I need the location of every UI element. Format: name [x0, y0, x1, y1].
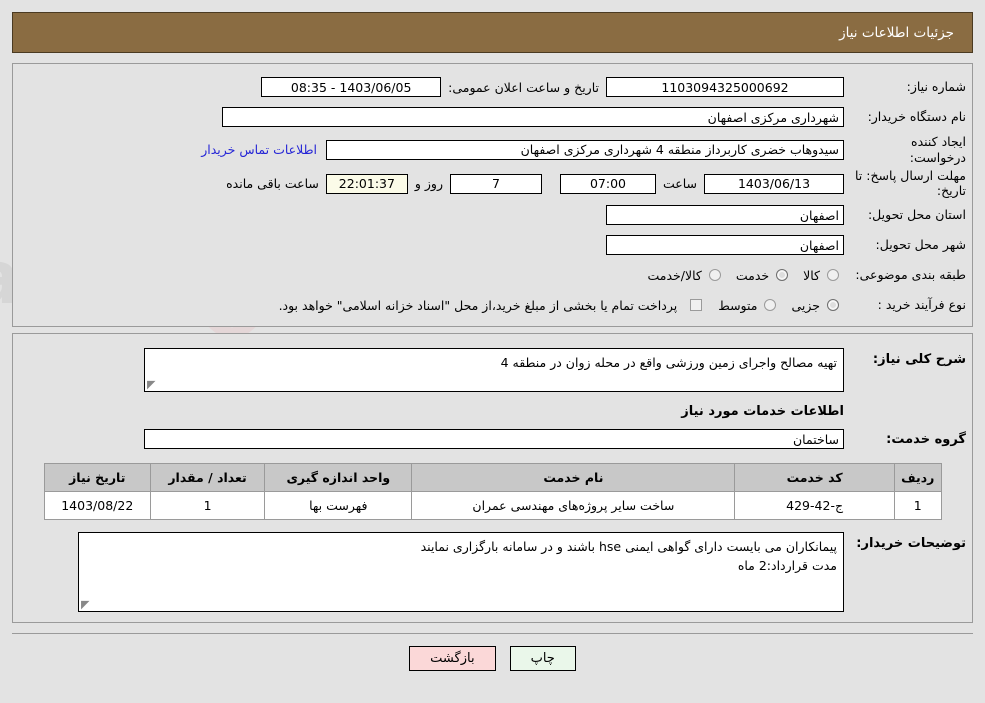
footer-actions: چاپ بازگشت: [12, 633, 973, 671]
category-label: طبقه بندی موضوعی:: [855, 267, 966, 283]
creator-label: ایجاد کننده درخواست:: [909, 134, 966, 165]
purchase-radio-minor[interactable]: جزیی: [781, 298, 844, 313]
buyer-notes-textarea[interactable]: پیمانکاران می بایست دارای گواهی ایمنی hs…: [78, 532, 844, 612]
buyer-notes-value: پیمانکاران می بایست دارای گواهی ایمنی hs…: [420, 539, 837, 574]
page-header: جزئیات اطلاعات نیاز: [12, 12, 973, 53]
th-service-name: نام خدمت: [411, 463, 736, 492]
radio-medium-icon[interactable]: [764, 299, 777, 311]
purchase-option-0: جزیی: [791, 297, 820, 313]
th-quantity: تعداد / مقدار: [150, 463, 266, 492]
page-title: جزئیات اطلاعات نیاز: [839, 24, 954, 41]
buyer-contact-link[interactable]: اطلاعات تماس خریدار: [192, 142, 326, 157]
need-details-panel: شرح کلی نیاز: تهیه مصالح واجرای زمین ورز…: [12, 333, 973, 623]
description-label: شرح کلی نیاز:: [872, 352, 966, 367]
province-field[interactable]: اصفهان: [606, 205, 844, 225]
treasury-note: پرداخت تمام یا بخشی از مبلغ خرید،از محل …: [278, 297, 678, 313]
days-label: روز و: [414, 176, 443, 192]
cell-unit: فهرست بها: [264, 491, 413, 520]
category-option-0: کالا: [803, 267, 820, 283]
buyer-notes-label: توضیحات خریدار:: [856, 536, 966, 551]
need-number-row: شماره نیاز: 1103094325000692 تاریخ و ساع…: [13, 72, 972, 102]
back-button[interactable]: بازگشت: [409, 646, 496, 671]
category-radio-service[interactable]: خدمت: [726, 268, 793, 283]
creator-row: ایجاد کننده درخواست: سیدوهاب خضری کاربرد…: [13, 132, 972, 167]
buyer-org-label: نام دستگاه خریدار:: [867, 109, 966, 125]
deadline-row: مهلت ارسال پاسخ: تا تاریخ: 1403/06/13 سا…: [13, 167, 972, 200]
radio-service-icon[interactable]: [776, 269, 789, 281]
treasury-checkbox[interactable]: [690, 299, 703, 311]
items-table: ردیف کد خدمت نام خدمت واحد اندازه گیری ت…: [43, 463, 942, 520]
description-value: تهیه مصالح واجرای زمین ورزشی واقع در محل…: [500, 355, 837, 370]
service-group-row: گروه خدمت: ساختمان: [13, 425, 972, 457]
province-label: استان محل تحویل:: [867, 207, 966, 223]
deadline-time-label: ساعت: [662, 176, 697, 192]
description-textarea[interactable]: تهیه مصالح واجرای زمین ورزشی واقع در محل…: [144, 348, 844, 392]
city-field[interactable]: اصفهان: [606, 235, 844, 255]
cell-radif: 1: [893, 491, 942, 520]
table-header-row: ردیف کد خدمت نام خدمت واحد اندازه گیری ت…: [43, 463, 942, 492]
public-announce-field[interactable]: 1403/06/05 - 08:35: [261, 77, 442, 97]
service-group-field[interactable]: ساختمان: [144, 429, 844, 449]
radio-goods-icon[interactable]: [827, 269, 839, 281]
th-need-date: تاریخ نیاز: [43, 463, 152, 492]
public-announce-label: تاریخ و ساعت اعلان عمومی:: [448, 79, 599, 95]
province-row: استان محل تحویل: اصفهان: [13, 200, 972, 230]
resize-grip-icon[interactable]: ◥: [81, 598, 91, 611]
category-radio-goods[interactable]: کالا: [793, 268, 844, 283]
remaining-days-field[interactable]: 7: [449, 173, 542, 194]
services-section-title: اطلاعات خدمات مورد نیاز: [681, 404, 844, 419]
description-row: شرح کلی نیاز: تهیه مصالح واجرای زمین ورز…: [13, 344, 972, 396]
cell-service-name: ساخت سایر پروژه‌های مهندسی عمران: [411, 491, 736, 520]
buyer-org-field[interactable]: شهرداری مرکزی اصفهان: [222, 107, 844, 127]
buyer-org-row: نام دستگاه خریدار: شهرداری مرکزی اصفهان: [13, 102, 972, 132]
cell-need-date: 1403/08/22: [43, 491, 152, 520]
need-info-panel: شماره نیاز: 1103094325000692 تاریخ و ساع…: [12, 63, 973, 327]
city-row: شهر محل تحویل: اصفهان: [13, 230, 972, 260]
th-radif: ردیف: [893, 463, 942, 492]
category-row: طبقه بندی موضوعی: کالا خدمت کالا/خدمت: [13, 260, 972, 290]
category-option-2: کالا/خدمت: [647, 267, 702, 283]
countdown-timer: 22:01:37: [325, 173, 408, 194]
cell-quantity: 1: [150, 491, 266, 520]
purchase-type-row: نوع فرآیند خرید : جزیی متوسط پرداخت تمام…: [13, 290, 972, 320]
table-row: 1 ج-42-429 ساخت سایر پروژه‌های مهندسی عم…: [43, 491, 942, 520]
city-label: شهر محل تحویل:: [875, 237, 966, 253]
items-table-wrapper: ردیف کد خدمت نام خدمت واحد اندازه گیری ت…: [13, 457, 972, 528]
deadline-date-field[interactable]: 1403/06/13: [704, 173, 844, 194]
need-number-label: شماره نیاز:: [906, 79, 966, 95]
th-service-code: کد خدمت: [734, 463, 895, 492]
purchase-radio-medium[interactable]: متوسط: [708, 298, 781, 313]
need-number-field[interactable]: 1103094325000692: [606, 77, 844, 97]
remaining-hours-label: ساعت باقی مانده: [226, 176, 319, 192]
service-group-label: گروه خدمت:: [886, 431, 966, 447]
print-button[interactable]: چاپ: [509, 646, 576, 671]
cell-service-code: ج-42-429: [734, 491, 895, 520]
buyer-notes-row: توضیحات خریدار: پیمانکاران می بایست دارا…: [13, 528, 972, 616]
radio-minor-icon[interactable]: [827, 299, 839, 311]
category-option-1: خدمت: [735, 267, 770, 283]
radio-goods-service-icon[interactable]: [708, 269, 721, 281]
deadline-time-field[interactable]: 07:00: [559, 173, 656, 194]
purchase-option-1: متوسط: [718, 297, 758, 313]
category-radio-goods-service[interactable]: کالا/خدمت: [637, 268, 725, 283]
creator-field[interactable]: سیدوهاب خضری کاربرداز منطقه 4 شهرداری مر…: [326, 139, 844, 160]
th-unit: واحد اندازه گیری: [264, 463, 413, 492]
purchase-type-label: نوع فرآیند خرید :: [877, 297, 966, 313]
resize-grip-icon[interactable]: ◥: [147, 378, 157, 391]
deadline-label: مهلت ارسال پاسخ: تا تاریخ:: [855, 168, 966, 198]
